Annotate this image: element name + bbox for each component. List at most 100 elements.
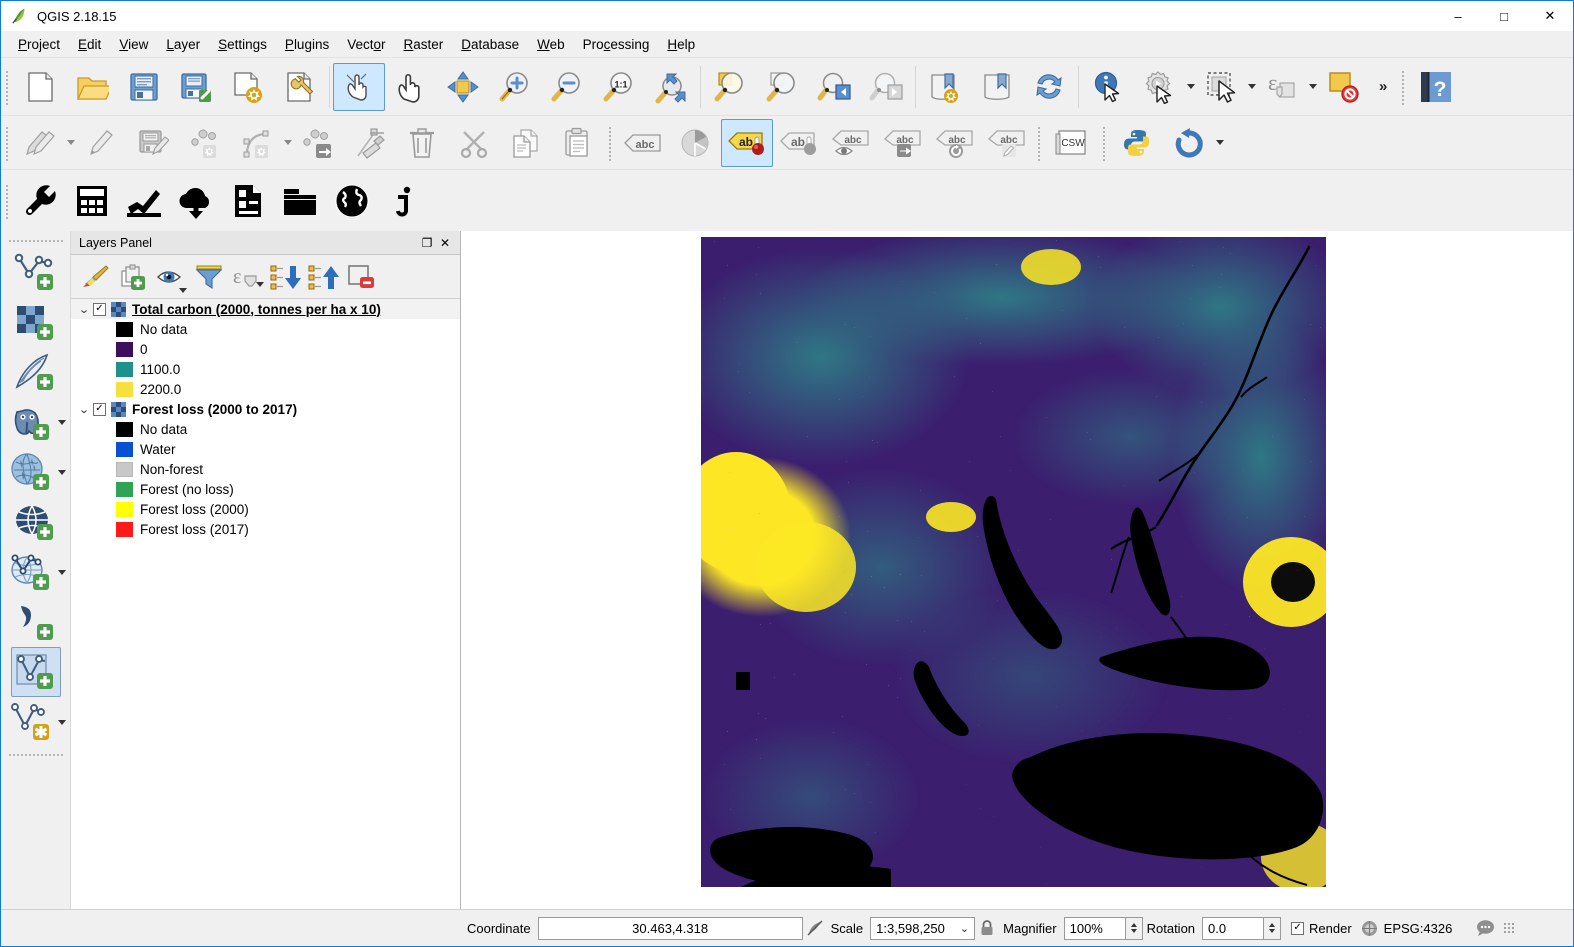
highlight-labels-icon[interactable]: ab (773, 119, 825, 167)
render-checkbox[interactable]: ✓ Render (1291, 921, 1352, 936)
undock-icon[interactable]: ❐ (418, 234, 436, 252)
pan-map-icon[interactable] (385, 63, 437, 111)
pan-map-touch-icon[interactable] (333, 63, 385, 111)
magnifier-input[interactable]: 100% (1064, 917, 1126, 940)
add-postgis-layer-icon[interactable] (6, 397, 56, 447)
save-project-as-icon[interactable] (170, 63, 222, 111)
add-feature-point-icon[interactable] (179, 119, 231, 167)
chevron-down-icon[interactable] (1187, 84, 1195, 89)
chevron-down-icon[interactable] (67, 140, 75, 145)
add-spatialite-layer-icon[interactable] (11, 347, 61, 397)
refresh-icon[interactable] (1023, 63, 1075, 111)
add-raster-layer-icon[interactable] (11, 297, 61, 347)
maximize-button[interactable]: □ (1481, 1, 1527, 31)
chevron-down-icon[interactable] (58, 420, 66, 425)
menu-view[interactable]: View (110, 34, 157, 55)
label-abc-icon[interactable]: abc (617, 119, 669, 167)
help-icon[interactable]: ? (1410, 63, 1462, 111)
layer-row-total-carbon[interactable]: ⌄ ✓ Total carbon (2000, tonnes per ha x … (71, 299, 460, 319)
move-label-icon[interactable]: abc (877, 119, 929, 167)
layer-row-forest-loss[interactable]: ⌄ ✓ Forest loss (2000 to 2017) (71, 399, 460, 419)
remove-layer-icon[interactable] (343, 258, 379, 296)
python-console-icon[interactable] (1111, 119, 1163, 167)
manage-map-themes-icon[interactable] (153, 258, 189, 296)
select-features-icon[interactable] (1195, 63, 1247, 111)
coordinate-input[interactable]: 30.463,4.318 (538, 917, 803, 940)
menu-edit[interactable]: Edit (69, 34, 110, 55)
chevron-down-icon[interactable] (284, 140, 292, 145)
rotate-label-icon[interactable]: abc (929, 119, 981, 167)
chevron-down-icon[interactable] (1309, 84, 1317, 89)
menu-raster[interactable]: Raster (395, 34, 453, 55)
zoom-in-icon[interactable] (489, 63, 541, 111)
csw-icon[interactable]: CSW (1046, 119, 1098, 167)
menu-layer[interactable]: Layer (157, 34, 209, 55)
composer-manager-icon[interactable] (274, 63, 326, 111)
document-chart-icon[interactable] (222, 177, 274, 225)
menu-plugins[interactable]: Plugins (276, 34, 338, 55)
add-group-icon[interactable] (115, 258, 151, 296)
toolbar-grip[interactable] (3, 181, 12, 221)
show-hide-labels-icon[interactable]: abc (825, 119, 877, 167)
close-icon[interactable]: ✕ (436, 234, 454, 252)
move-feature-icon[interactable] (292, 119, 344, 167)
map-view-icon[interactable] (971, 63, 1023, 111)
filter-legend-icon[interactable] (191, 258, 227, 296)
raster-map-image[interactable] (701, 237, 1326, 887)
chevron-down-icon[interactable] (256, 282, 264, 287)
lock-scale-icon[interactable] (975, 917, 999, 939)
expand-chevron-icon[interactable]: ⌄ (73, 303, 96, 316)
zoom-to-selection-icon[interactable] (704, 63, 756, 111)
rotation-input[interactable]: 0.0 (1202, 917, 1264, 940)
select-by-expression-icon[interactable]: ε (1256, 63, 1308, 111)
close-button[interactable]: ✕ (1527, 1, 1573, 31)
map-canvas[interactable] (461, 231, 1573, 909)
chevron-down-icon[interactable] (58, 470, 66, 475)
toolbar-grip[interactable] (9, 237, 63, 245)
current-edits-icon[interactable] (75, 119, 127, 167)
toolbar-grip[interactable] (1035, 123, 1044, 163)
chevron-down-icon[interactable] (1248, 84, 1256, 89)
pan-selection-icon[interactable] (437, 63, 489, 111)
new-map-view-icon[interactable] (919, 63, 971, 111)
cloud-download-icon[interactable] (170, 177, 222, 225)
rotation-stepper[interactable] (1264, 917, 1281, 940)
zoom-last-icon[interactable] (808, 63, 860, 111)
folder-icon[interactable] (274, 177, 326, 225)
cut-features-icon[interactable] (448, 119, 500, 167)
magnifier-stepper[interactable] (1126, 917, 1143, 940)
node-tool-icon[interactable] (344, 119, 396, 167)
menu-vector[interactable]: Vector (338, 34, 394, 55)
menu-project[interactable]: Project (9, 34, 69, 55)
window-resize-grip[interactable] (1503, 922, 1515, 934)
collapse-all-icon[interactable] (305, 258, 341, 296)
add-delimited-text-layer-icon[interactable] (11, 597, 61, 647)
change-label-icon[interactable]: abc (981, 119, 1033, 167)
new-project-icon[interactable] (14, 63, 66, 111)
undo-icon[interactable] (1163, 119, 1215, 167)
paste-features-icon[interactable] (552, 119, 604, 167)
menu-settings[interactable]: Settings (209, 34, 276, 55)
toolbar-overflow-button[interactable]: » (1369, 78, 1397, 95)
render-checkbox-box[interactable]: ✓ (1291, 922, 1304, 935)
menu-processing[interactable]: Processing (574, 34, 659, 55)
crs-globe-icon[interactable] (1358, 917, 1382, 939)
menu-web[interactable]: Web (528, 34, 574, 55)
open-layer-styling-icon[interactable] (77, 258, 113, 296)
chevron-down-icon[interactable] (1216, 140, 1224, 145)
chevron-down-icon[interactable] (58, 720, 66, 725)
chevron-down-icon[interactable] (58, 570, 66, 575)
expand-all-icon[interactable] (267, 258, 303, 296)
zoom-to-layer-icon[interactable] (756, 63, 808, 111)
info-icon[interactable] (378, 177, 430, 225)
toolbar-grip[interactable] (1100, 123, 1109, 163)
zoom-next-icon[interactable] (860, 63, 912, 111)
zoom-out-icon[interactable] (541, 63, 593, 111)
identify-features-icon[interactable] (1082, 63, 1134, 111)
menu-help[interactable]: Help (658, 34, 704, 55)
delete-selected-icon[interactable] (396, 119, 448, 167)
menu-database[interactable]: Database (452, 34, 528, 55)
save-layer-edits-icon[interactable] (127, 119, 179, 167)
wrench-icon[interactable] (14, 177, 66, 225)
diagram-pie-icon[interactable] (669, 119, 721, 167)
